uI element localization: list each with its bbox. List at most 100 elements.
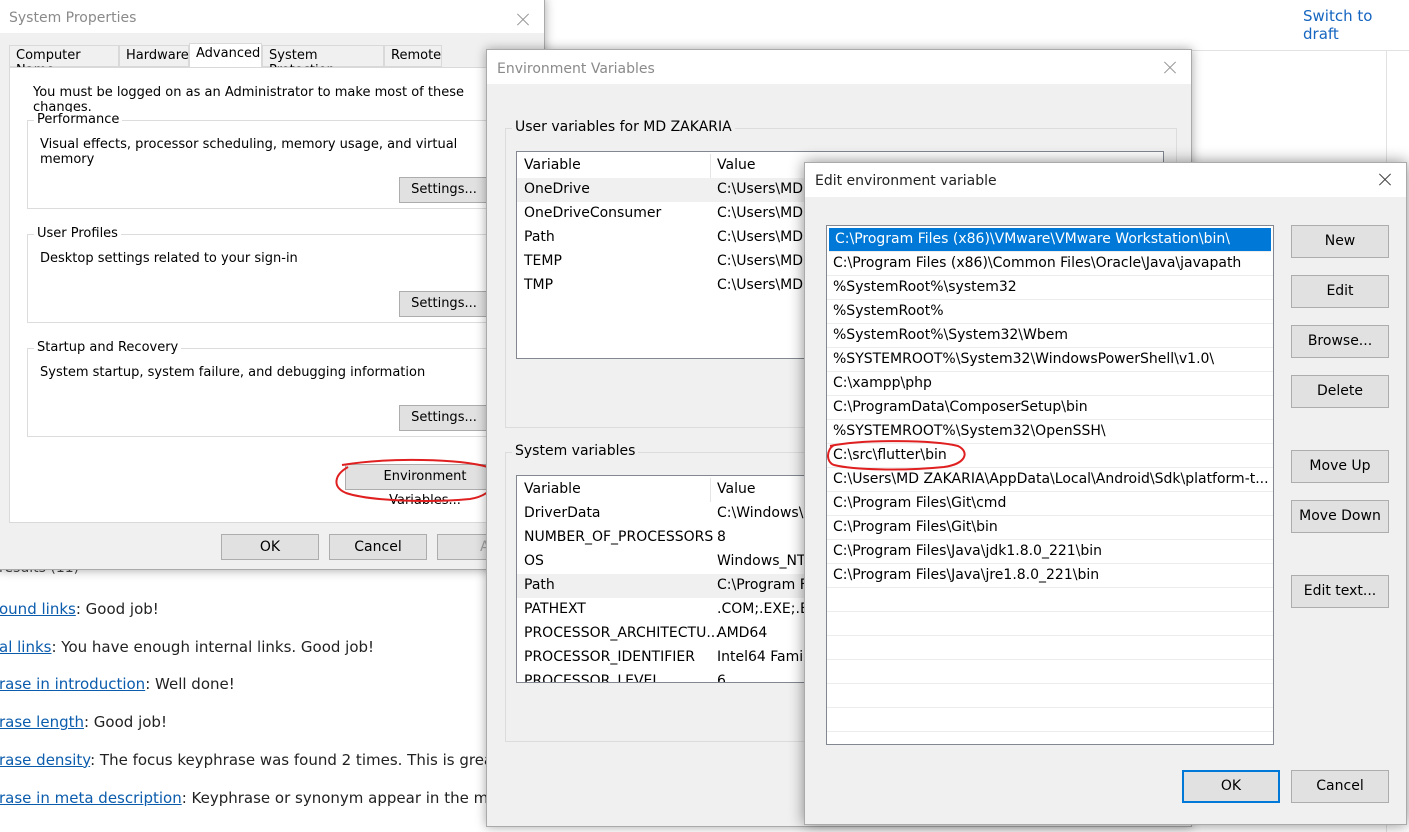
path-entry-text: C:\Program Files\Git\bin xyxy=(833,519,998,535)
tab-hardware[interactable]: Hardware xyxy=(119,45,189,67)
path-entry[interactable]: C:\Program Files (x86)\Common Files\Orac… xyxy=(827,252,1273,276)
empty-row xyxy=(827,684,1273,708)
variable-name: PROCESSOR_LEVEL xyxy=(524,673,661,683)
path-entry-text: C:\ProgramData\ComposerSetup\bin xyxy=(833,399,1088,415)
group-label: Startup and Recovery xyxy=(34,340,182,355)
result-link[interactable]: rase density xyxy=(0,751,90,769)
group-description: System startup, system failure, and debu… xyxy=(40,365,426,380)
close-button[interactable] xyxy=(508,7,538,33)
variable-name: PATHEXT xyxy=(524,601,586,617)
path-entry[interactable]: C:\Program Files\Java\jre1.8.0_221\bin xyxy=(827,564,1273,588)
tab-system-protection[interactable]: System Protection xyxy=(262,45,384,78)
close-button[interactable] xyxy=(1370,167,1400,193)
startup-settings-button[interactable]: Settings... xyxy=(399,405,489,431)
variable-name: TMP xyxy=(524,277,554,293)
tab-computer-name[interactable]: Computer Name xyxy=(9,45,119,78)
path-entry-text: C:\Program Files (x86)\VMware\VMware Wor… xyxy=(835,231,1231,247)
result-item: rase in introduction: Well done! xyxy=(0,675,235,693)
variable-name: OS xyxy=(524,553,544,569)
path-entry[interactable]: C:\Program Files\Git\cmd xyxy=(827,492,1273,516)
edit-environment-variable-dialog: Edit environment variable C:\Program Fil… xyxy=(804,162,1407,825)
variable-name: OneDriveConsumer xyxy=(524,205,662,221)
cancel-button[interactable]: Cancel xyxy=(1291,770,1389,803)
path-entries-list[interactable]: C:\Program Files (x86)\VMware\VMware Wor… xyxy=(826,225,1274,745)
empty-row xyxy=(827,636,1273,660)
edit-text-button[interactable]: Edit text... xyxy=(1291,575,1389,608)
new-button[interactable]: New xyxy=(1291,225,1389,258)
environment-variables-titlebar[interactable]: Environment Variables xyxy=(487,50,1191,84)
path-entry[interactable]: %SYSTEMROOT%\System32\WindowsPowerShell\… xyxy=(827,348,1273,372)
path-entry-text: C:\xampp\php xyxy=(833,375,932,391)
annotation-circle-flutter-entry xyxy=(827,440,966,471)
path-entry[interactable]: %SystemRoot% xyxy=(827,300,1273,324)
move-down-button[interactable]: Move Down xyxy=(1291,500,1389,533)
group-description: Desktop settings related to your sign-in xyxy=(40,251,298,266)
empty-row xyxy=(827,660,1273,684)
variable-name: TEMP xyxy=(524,253,562,269)
ok-button[interactable]: OK xyxy=(1182,770,1280,803)
result-item: rase length: Good job! xyxy=(0,713,167,731)
path-entry[interactable]: %SystemRoot%\system32 xyxy=(827,276,1273,300)
variable-name: PROCESSOR_IDENTIFIER xyxy=(524,649,695,665)
path-entry[interactable]: C:\xampp\php xyxy=(827,372,1273,396)
edit-env-titlebar[interactable]: Edit environment variable xyxy=(805,163,1406,197)
path-entry-text: C:\Program Files (x86)\Common Files\Orac… xyxy=(833,255,1242,271)
system-properties-titlebar[interactable]: System Properties xyxy=(0,0,544,33)
result-link[interactable]: al links xyxy=(0,638,51,656)
tab-remote[interactable]: Remote xyxy=(384,45,442,67)
admin-note: You must be logged on as an Administrato… xyxy=(33,85,464,115)
group-label: User variables for MD ZAKARIA xyxy=(512,119,735,135)
result-link[interactable]: rase in introduction xyxy=(0,675,145,693)
performance-settings-button[interactable]: Settings... xyxy=(399,177,489,203)
result-text: : Keyphrase or synonym appear in the met… xyxy=(181,788,513,807)
path-entry-text: C:\Users\MD ZAKARIA\AppData\Local\Androi… xyxy=(833,471,1269,487)
path-entry-text: C:\Program Files\Git\cmd xyxy=(833,495,1007,511)
user-profiles-group: User Profiles Desktop settings related t… xyxy=(27,226,507,323)
browse-button[interactable]: Browse... xyxy=(1291,325,1389,358)
path-entry[interactable]: C:\ProgramData\ComposerSetup\bin xyxy=(827,396,1273,420)
path-entry-text: %SystemRoot% xyxy=(833,303,944,319)
path-entry[interactable]: C:\Program Files\Java\jdk1.8.0_221\bin xyxy=(827,540,1273,564)
delete-button[interactable]: Delete xyxy=(1291,375,1389,408)
result-text: : The focus keyphrase was found 2 times.… xyxy=(90,750,506,769)
edit-button[interactable]: Edit xyxy=(1291,275,1389,308)
variable-name: NUMBER_OF_PROCESSORS xyxy=(524,529,714,545)
path-entry[interactable]: %SystemRoot%\System32\Wbem xyxy=(827,324,1273,348)
switch-to-draft-link[interactable]: Switch to draft xyxy=(1303,7,1409,43)
variable-name: DriverData xyxy=(524,505,601,521)
cancel-button[interactable]: Cancel xyxy=(329,534,427,560)
header-variable[interactable]: Variable xyxy=(524,157,581,173)
user-profiles-settings-button[interactable]: Settings... xyxy=(399,291,489,317)
startup-recovery-group: Startup and Recovery System startup, sys… xyxy=(27,340,507,437)
move-up-button[interactable]: Move Up xyxy=(1291,450,1389,483)
result-item: ound links: Good job! xyxy=(0,600,159,618)
variable-value: Windows_NT xyxy=(717,553,806,569)
path-entry-text: %SystemRoot%\System32\Wbem xyxy=(833,327,1068,343)
variable-name: OneDrive xyxy=(524,181,590,197)
path-entry[interactable]: C:\Program Files (x86)\VMware\VMware Wor… xyxy=(829,228,1271,252)
performance-group: Performance Visual effects, processor sc… xyxy=(27,112,507,209)
path-entry-text: %SystemRoot%\system32 xyxy=(833,279,1017,295)
result-link[interactable]: rase length xyxy=(0,713,84,731)
path-entry[interactable]: C:\Program Files\Git\bin xyxy=(827,516,1273,540)
header-divider xyxy=(710,154,711,178)
variable-name: Path xyxy=(524,229,555,245)
close-button[interactable] xyxy=(1155,55,1185,81)
group-label: System variables xyxy=(512,443,639,459)
result-link[interactable]: ound links xyxy=(0,600,76,618)
variable-name: PROCESSOR_ARCHITECTU... xyxy=(524,625,720,641)
group-label: User Profiles xyxy=(34,226,121,241)
ok-button[interactable]: OK xyxy=(221,534,319,560)
result-item: rase in meta description: Keyphrase or s… xyxy=(0,789,513,807)
result-text: : Good job! xyxy=(75,600,159,618)
result-text: : Well done! xyxy=(145,675,235,694)
window-title: Edit environment variable xyxy=(815,173,997,189)
result-text: : Good job! xyxy=(83,713,167,732)
header-value[interactable]: Value xyxy=(717,157,755,173)
header-value[interactable]: Value xyxy=(717,481,755,497)
path-entry-text: %SYSTEMROOT%\System32\OpenSSH\ xyxy=(833,423,1106,439)
header-variable[interactable]: Variable xyxy=(524,481,581,497)
empty-row xyxy=(827,708,1273,732)
tab-advanced[interactable]: Advanced xyxy=(189,43,262,68)
result-link[interactable]: rase in meta description xyxy=(0,789,182,807)
